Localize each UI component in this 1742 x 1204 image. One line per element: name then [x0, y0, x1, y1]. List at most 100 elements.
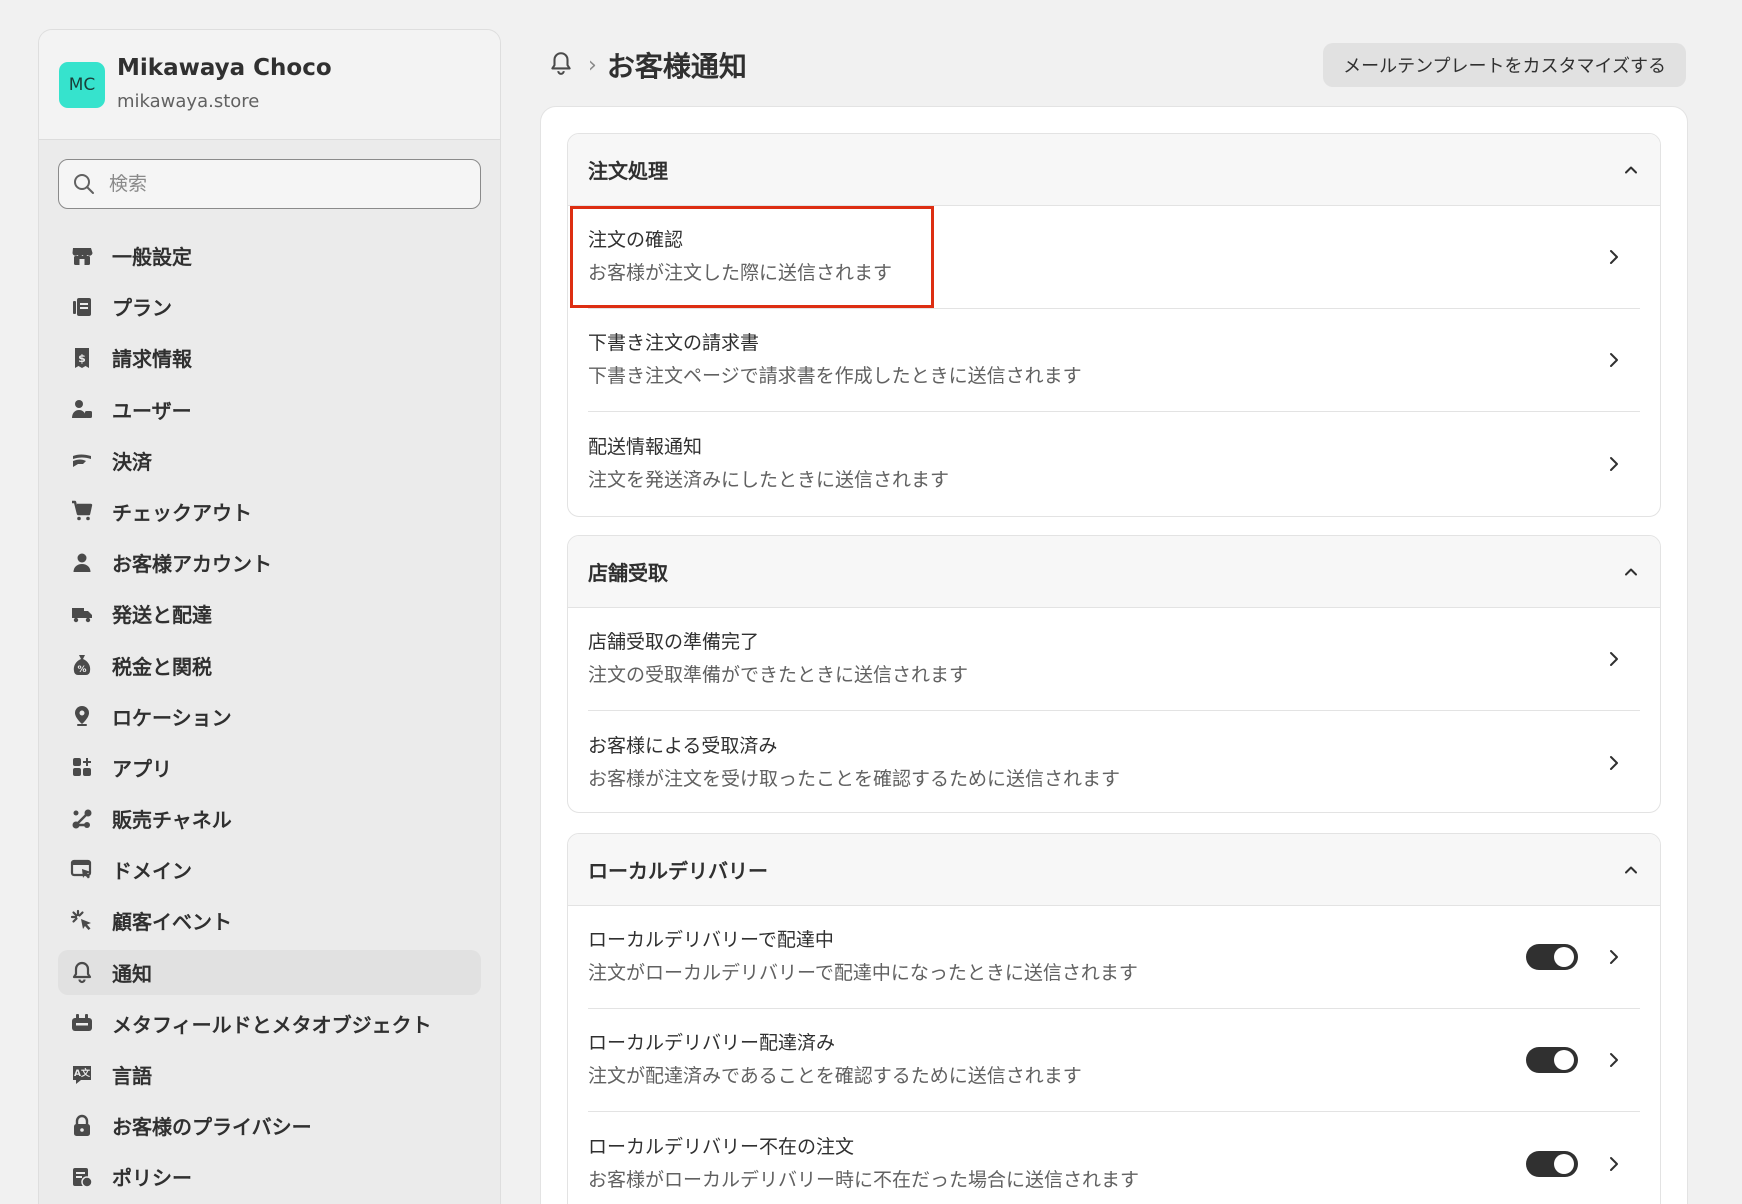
sidebar-item-users[interactable]: ユーザー	[58, 387, 481, 432]
domain-icon	[68, 856, 96, 884]
svg-text:%: %	[77, 665, 86, 675]
channels-icon	[68, 805, 96, 833]
settings-search[interactable]	[58, 159, 481, 209]
sidebar-item-shipping[interactable]: 発送と配達	[58, 591, 481, 636]
sidebar-item-label: 通知	[112, 961, 152, 986]
settings-sidebar: MC Mikawaya Choco mikawaya.store 一般設定	[38, 29, 501, 1204]
sidebar-item-customer-accounts[interactable]: お客様アカウント	[58, 540, 481, 585]
notification-row-draft-order-invoice[interactable]: 下書き注文の請求書 下書き注文ページで請求書を作成したときに送信されます	[588, 309, 1640, 412]
sidebar-item-metafields[interactable]: メタフィールドとメタオブジェクト	[58, 1001, 481, 1046]
lock-icon	[68, 1112, 96, 1140]
chevron-right-icon	[1602, 947, 1626, 967]
payments-icon	[68, 446, 96, 474]
sidebar-item-label: 一般設定	[112, 245, 192, 269]
notification-row-delivered[interactable]: ローカルデリバリー配達済み 注文が配達済みであることを確認するために送信されます	[588, 1009, 1640, 1112]
notification-toggle[interactable]	[1526, 944, 1578, 970]
sidebar-item-label: 言語	[112, 1064, 152, 1088]
store-icon	[68, 242, 96, 270]
toggle-knob	[1554, 1153, 1574, 1174]
sidebar-item-apps[interactable]: アプリ	[58, 745, 481, 790]
language-icon: A文	[68, 1061, 96, 1089]
svg-text:文: 文	[80, 1067, 91, 1079]
section-title: 注文処理	[588, 159, 668, 183]
notification-toggle[interactable]	[1526, 1150, 1578, 1177]
bell-icon	[68, 958, 96, 986]
search-input[interactable]	[109, 173, 429, 195]
sidebar-item-privacy[interactable]: お客様のプライバシー	[58, 1103, 481, 1148]
page-title: お客様通知	[606, 50, 747, 83]
notification-row-order-confirmation[interactable]: 注文の確認 お客様が注文した際に送信されます	[570, 206, 1640, 309]
customer-events-icon	[68, 907, 96, 935]
sidebar-item-label: 顧客イベント	[112, 910, 232, 935]
store-header[interactable]: MC Mikawaya Choco mikawaya.store	[39, 30, 500, 140]
sidebar-item-general[interactable]: 一般設定	[58, 233, 481, 278]
notification-toggle[interactable]	[1526, 1047, 1578, 1073]
chevron-right-icon	[1602, 454, 1626, 474]
sidebar-item-customer-events[interactable]: 顧客イベント	[58, 898, 481, 943]
notification-description: お客様が注文した際に送信されます	[588, 262, 893, 284]
sidebar-item-billing[interactable]: $ 請求情報	[58, 335, 481, 380]
notification-row-pickup-ready[interactable]: 店舗受取の準備完了 注文の受取準備ができたときに送信されます	[588, 608, 1640, 711]
sidebar-item-label: お客様のプライバシー	[112, 1115, 312, 1140]
store-domain: mikawaya.store	[117, 90, 260, 112]
chevron-up-icon[interactable]	[1622, 161, 1640, 179]
sidebar-item-policies[interactable]: ポリシー	[58, 1154, 481, 1199]
section-header[interactable]: 店舗受取	[568, 536, 1660, 608]
section-local-pickup: 店舗受取 店舗受取の準備完了 注文の受取準備ができたときに送信されます お客様に…	[567, 535, 1661, 813]
sidebar-item-label: 販売チャネル	[112, 808, 232, 833]
sidebar-item-plan[interactable]: プラン	[58, 284, 481, 329]
notification-title: 下書き注文の請求書	[588, 332, 760, 354]
section-header[interactable]: 注文処理	[568, 134, 1660, 206]
apps-icon	[68, 753, 96, 781]
notification-row-out-for-delivery[interactable]: ローカルデリバリーで配達中 注文がローカルデリバリーで配達中になったときに送信さ…	[588, 906, 1640, 1009]
policy-icon	[68, 1163, 96, 1191]
notification-description: お客様がローカルデリバリー時に不在だった場合に送信されます	[588, 1168, 1140, 1191]
chevron-right-icon	[1602, 350, 1626, 370]
sidebar-item-checkout[interactable]: チェックアウト	[58, 489, 481, 534]
notification-row-picked-up[interactable]: お客様による受取済み お客様が注文を受け取ったことを確認するために送信されます	[588, 711, 1640, 812]
sidebar-item-sales-channels[interactable]: 販売チャネル	[58, 796, 481, 841]
users-icon	[68, 395, 96, 423]
truck-icon	[68, 600, 96, 628]
sidebar-item-label: 請求情報	[112, 347, 192, 372]
location-icon	[68, 702, 96, 730]
sidebar-item-languages[interactable]: A文 言語	[58, 1052, 481, 1097]
section-order-processing: 注文処理 注文の確認 お客様が注文した際に送信されます 下書き注文の請求書 下書…	[567, 133, 1661, 517]
search-icon	[74, 174, 94, 194]
sidebar-item-payments[interactable]: 決済	[58, 438, 481, 483]
sidebar-item-notifications[interactable]: 通知	[58, 949, 481, 995]
settings-nav: 一般設定 プラン $ 請求情報 ユーザー 決済 チェックアウト お客様アカウント…	[39, 233, 500, 1199]
notification-description: 下書き注文ページで請求書を作成したときに送信されます	[588, 365, 1082, 387]
notification-description: 注文の受取準備ができたときに送信されます	[588, 664, 969, 686]
section-title: 店舗受取	[588, 561, 668, 585]
notification-title: ローカルデリバリー不在の注文	[588, 1135, 855, 1158]
person-icon	[68, 549, 96, 577]
sidebar-item-locations[interactable]: ロケーション	[58, 694, 481, 739]
chevron-up-icon[interactable]	[1622, 563, 1640, 581]
chevron-up-icon[interactable]	[1622, 861, 1640, 879]
metafields-icon	[68, 1009, 96, 1037]
notification-title: 配送情報通知	[588, 435, 703, 458]
chevron-right-icon	[1602, 753, 1626, 773]
toggle-knob	[1554, 1050, 1574, 1070]
chevron-right-icon	[1602, 247, 1626, 267]
section-header[interactable]: ローカルデリバリー	[568, 834, 1660, 906]
sidebar-item-label: ポリシー	[112, 1166, 192, 1191]
billing-icon: $	[68, 344, 96, 372]
svg-text:A: A	[74, 1069, 81, 1079]
sidebar-item-label: ドメイン	[112, 859, 192, 884]
section-local-delivery: ローカルデリバリー ローカルデリバリーで配達中 注文がローカルデリバリーで配達中…	[567, 833, 1661, 1204]
chevron-right-icon	[1602, 1050, 1626, 1070]
store-name: Mikawaya Choco	[117, 54, 332, 81]
sidebar-item-label: お客様アカウント	[112, 552, 272, 577]
notification-row-missed-delivery[interactable]: ローカルデリバリー不在の注文 お客様がローカルデリバリー時に不在だった場合に送信…	[588, 1112, 1640, 1204]
sidebar-item-domains[interactable]: ドメイン	[58, 847, 481, 892]
notification-description: お客様が注文を受け取ったことを確認するために送信されます	[588, 767, 1121, 790]
section-title: ローカルデリバリー	[588, 859, 768, 883]
notification-row-shipping-confirmation[interactable]: 配送情報通知 注文を発送済みにしたときに送信されます	[588, 412, 1640, 515]
customize-email-templates-button[interactable]: メールテンプレートをカスタマイズする	[1323, 43, 1686, 87]
sidebar-item-taxes[interactable]: % 税金と関税	[58, 643, 481, 688]
sidebar-item-label: プラン	[112, 296, 172, 321]
notification-description: 注文が配達済みであることを確認するために送信されます	[588, 1065, 1082, 1087]
sidebar-item-label: ユーザー	[112, 398, 192, 423]
